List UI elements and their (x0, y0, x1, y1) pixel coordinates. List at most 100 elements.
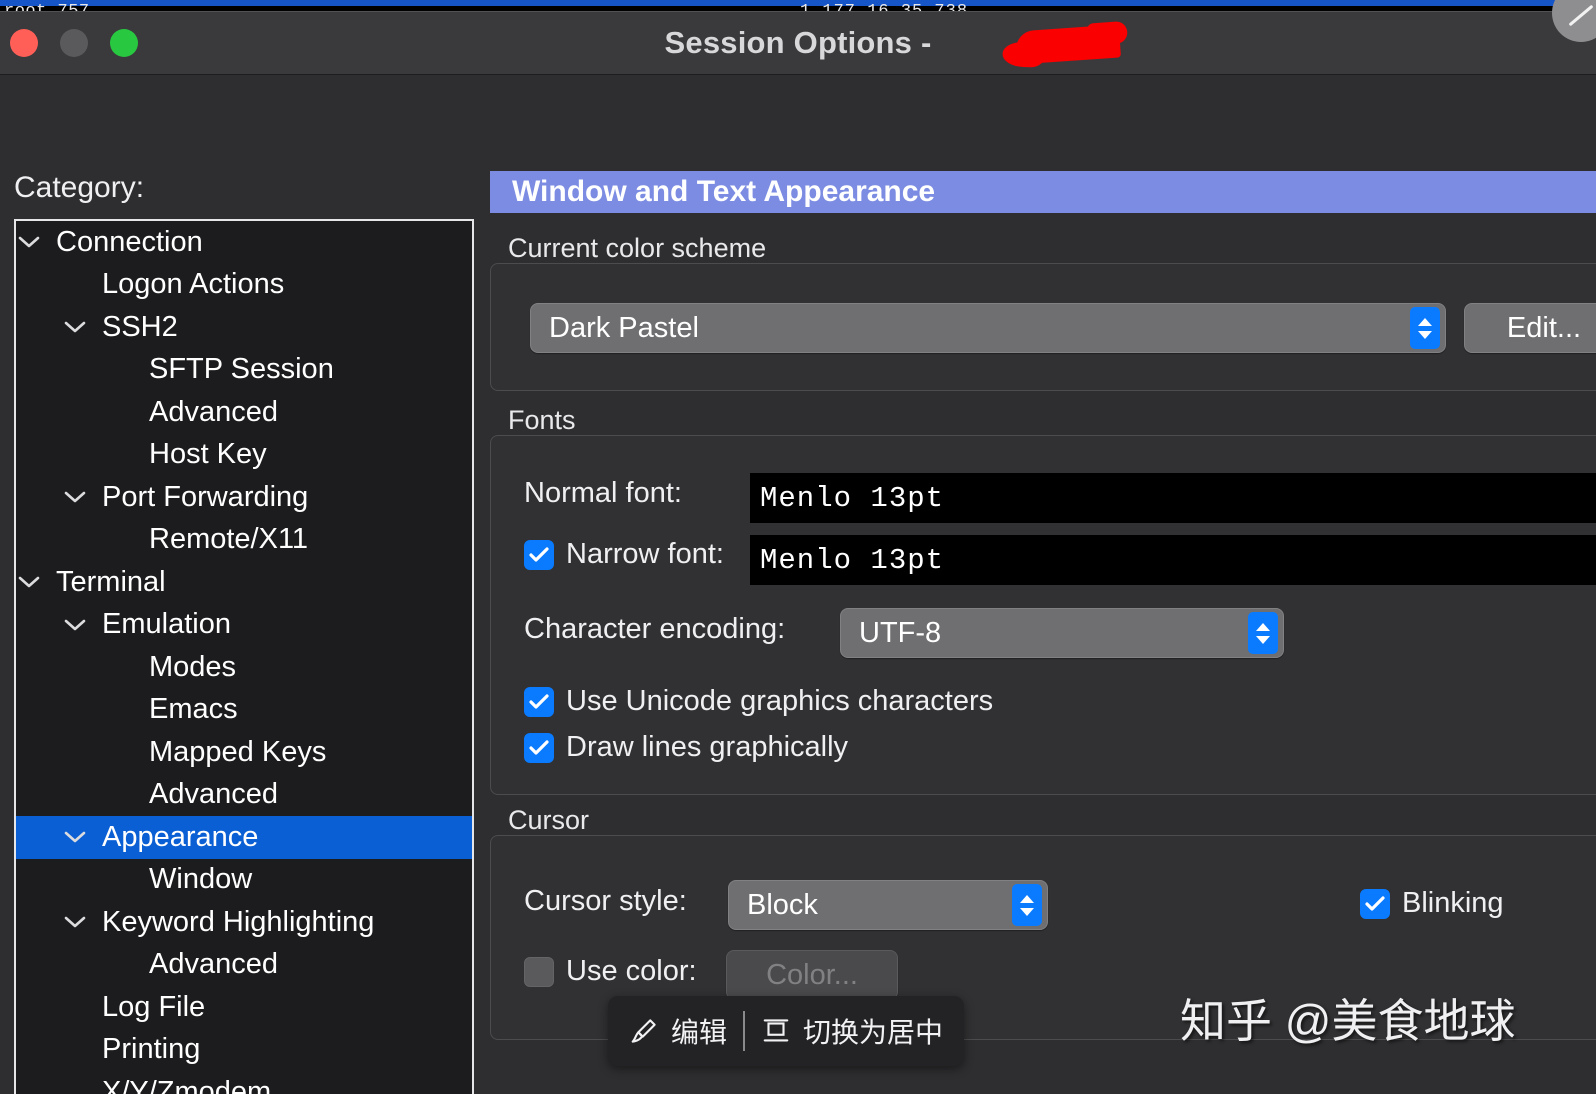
tree-item-log-file[interactable]: Log File (16, 986, 472, 1029)
narrow-font-field[interactable]: Menlo 13pt (750, 535, 1596, 585)
tree-item-label: Terminal (56, 566, 166, 599)
tree-item-label: Advanced (149, 948, 278, 981)
tree-item-label: X/Y/Zmodem (102, 1076, 271, 1094)
color-scheme-dropdown[interactable]: Dark Pastel (530, 303, 1446, 353)
cursor-style-dropdown[interactable]: Block (728, 880, 1048, 930)
unicode-graphics-label: Use Unicode graphics characters (566, 685, 993, 718)
tree-item-label: Advanced (149, 778, 278, 811)
page-title: Window and Text Appearance (512, 175, 935, 209)
tree-item-advanced[interactable]: Advanced (16, 944, 472, 987)
normal-font-value: Menlo 13pt (760, 482, 944, 515)
tree-item-x-y-zmodem[interactable]: X/Y/Zmodem (16, 1071, 472, 1094)
tree-item-label: Mapped Keys (149, 736, 326, 769)
tree-item-emulation[interactable]: Emulation (16, 604, 472, 647)
color-scheme-group-label: Current color scheme (508, 233, 766, 264)
annotation-toolbar[interactable]: 编辑 切换为居中 (608, 996, 964, 1066)
close-button-icon[interactable] (10, 29, 38, 57)
chevron-down-icon[interactable] (64, 486, 86, 508)
tree-item-label: Modes (149, 651, 236, 684)
chevron-updown-icon[interactable] (1410, 307, 1440, 349)
tree-item-modes[interactable]: Modes (16, 646, 472, 689)
redaction-mark (1015, 24, 1121, 64)
draw-lines-label: Draw lines graphically (566, 731, 848, 764)
settings-pane: Window and Text Appearance Current color… (488, 75, 1596, 1094)
minimize-button-icon[interactable] (60, 29, 88, 57)
tree-item-label: Window (149, 863, 252, 896)
tree-item-label: SFTP Session (149, 353, 334, 386)
tree-item-label: Log File (102, 991, 205, 1024)
tree-item-label: Printing (102, 1033, 200, 1066)
watermark: 知乎 @美食地球 (1180, 985, 1515, 1051)
normal-font-field[interactable]: Menlo 13pt (750, 473, 1596, 523)
traffic-lights (10, 29, 138, 57)
use-color-label: Use color: (566, 955, 697, 988)
blinking-checkbox-row[interactable]: Blinking (1360, 887, 1504, 920)
chevron-updown-icon[interactable] (1248, 612, 1278, 654)
checkbox-checked-icon[interactable] (524, 540, 554, 570)
chevron-down-icon[interactable] (64, 614, 86, 636)
checkbox-checked-icon[interactable] (524, 733, 554, 763)
tree-item-sftp-session[interactable]: SFTP Session (16, 349, 472, 392)
tree-item-label: Logon Actions (102, 268, 284, 301)
category-pane: Category: Connection Logon Actions SSH2 SFT… (0, 75, 488, 1094)
tree-item-label: SSH2 (102, 311, 178, 344)
chevron-down-icon[interactable] (64, 911, 86, 933)
draw-lines-checkbox-row[interactable]: Draw lines graphically (524, 731, 848, 764)
dialog-body: Category: Connection Logon Actions SSH2 SFT… (0, 75, 1596, 1094)
session-options-window: Session Options - Category: Connection Lo… (0, 11, 1596, 1094)
tree-item-printing[interactable]: Printing (16, 1029, 472, 1072)
chevron-down-icon[interactable] (18, 231, 40, 253)
terminal-selection-bar (0, 0, 1570, 6)
chevron-down-icon[interactable] (64, 316, 86, 338)
chevron-down-icon[interactable] (64, 826, 86, 848)
cursor-color-button[interactable]: Color... (726, 950, 898, 1000)
tree-item-terminal[interactable]: Terminal (16, 561, 472, 604)
use-color-checkbox-row[interactable]: Use color: (524, 955, 697, 988)
color-scheme-value: Dark Pastel (549, 312, 699, 345)
category-label: Category: (14, 171, 144, 205)
checkbox-checked-icon[interactable] (524, 687, 554, 717)
toolbar-center-label: 切换为居中 (803, 1011, 943, 1051)
checkbox-checked-icon[interactable] (1360, 889, 1390, 919)
tree-item-emacs[interactable]: Emacs (16, 689, 472, 732)
toolbar-edit-label: 编辑 (671, 1011, 727, 1051)
edit-color-scheme-button[interactable]: Edit... (1464, 303, 1596, 353)
tree-item-label: Keyword Highlighting (102, 906, 374, 939)
toolbar-center-item[interactable]: 切换为居中 (745, 1011, 959, 1051)
tree-item-host-key[interactable]: Host Key (16, 434, 472, 477)
character-encoding-label: Character encoding: (524, 613, 785, 646)
narrow-font-label: Narrow font: (566, 538, 724, 571)
tree-item-label: Emacs (149, 693, 238, 726)
chevron-updown-icon[interactable] (1012, 884, 1042, 926)
brush-icon (629, 1016, 659, 1046)
zoom-button-icon[interactable] (110, 29, 138, 57)
tree-item-remote-x11[interactable]: Remote/X11 (16, 519, 472, 562)
tree-item-logon-actions[interactable]: Logon Actions (16, 264, 472, 307)
chevron-down-icon[interactable] (18, 571, 40, 593)
tree-item-appearance[interactable]: Appearance (16, 816, 472, 859)
tree-item-port-forwarding[interactable]: Port Forwarding (16, 476, 472, 519)
unicode-graphics-checkbox-row[interactable]: Use Unicode graphics characters (524, 685, 993, 718)
tree-item-mapped-keys[interactable]: Mapped Keys (16, 731, 472, 774)
blinking-label: Blinking (1402, 887, 1504, 920)
character-encoding-value: UTF-8 (859, 617, 941, 650)
tree-item-ssh2[interactable]: SSH2 (16, 306, 472, 349)
tree-item-label: Emulation (102, 608, 231, 641)
tree-item-keyword-highlighting[interactable]: Keyword Highlighting (16, 901, 472, 944)
narrow-font-checkbox-row[interactable]: Narrow font: (524, 538, 724, 571)
tree-item-advanced[interactable]: Advanced (16, 391, 472, 434)
tree-item-advanced[interactable]: Advanced (16, 774, 472, 817)
category-tree[interactable]: Connection Logon Actions SSH2 SFTP Session A… (14, 219, 474, 1094)
window-title: Session Options - (665, 25, 932, 61)
tree-item-label: Port Forwarding (102, 481, 308, 514)
character-encoding-dropdown[interactable]: UTF-8 (840, 608, 1284, 658)
toolbar-edit-item[interactable]: 编辑 (613, 1011, 743, 1051)
checkbox-unchecked-icon[interactable] (524, 957, 554, 987)
window-titlebar[interactable]: Session Options - (0, 12, 1596, 75)
screenshot-root: root 757 1 177 16 35 738 Session Options… (0, 0, 1596, 1094)
tree-item-connection[interactable]: Connection (16, 221, 472, 264)
tree-item-window[interactable]: Window (16, 859, 472, 902)
page-header-bar: Window and Text Appearance (490, 171, 1596, 213)
cursor-group-label: Cursor (508, 805, 589, 836)
tree-item-label: Advanced (149, 396, 278, 429)
